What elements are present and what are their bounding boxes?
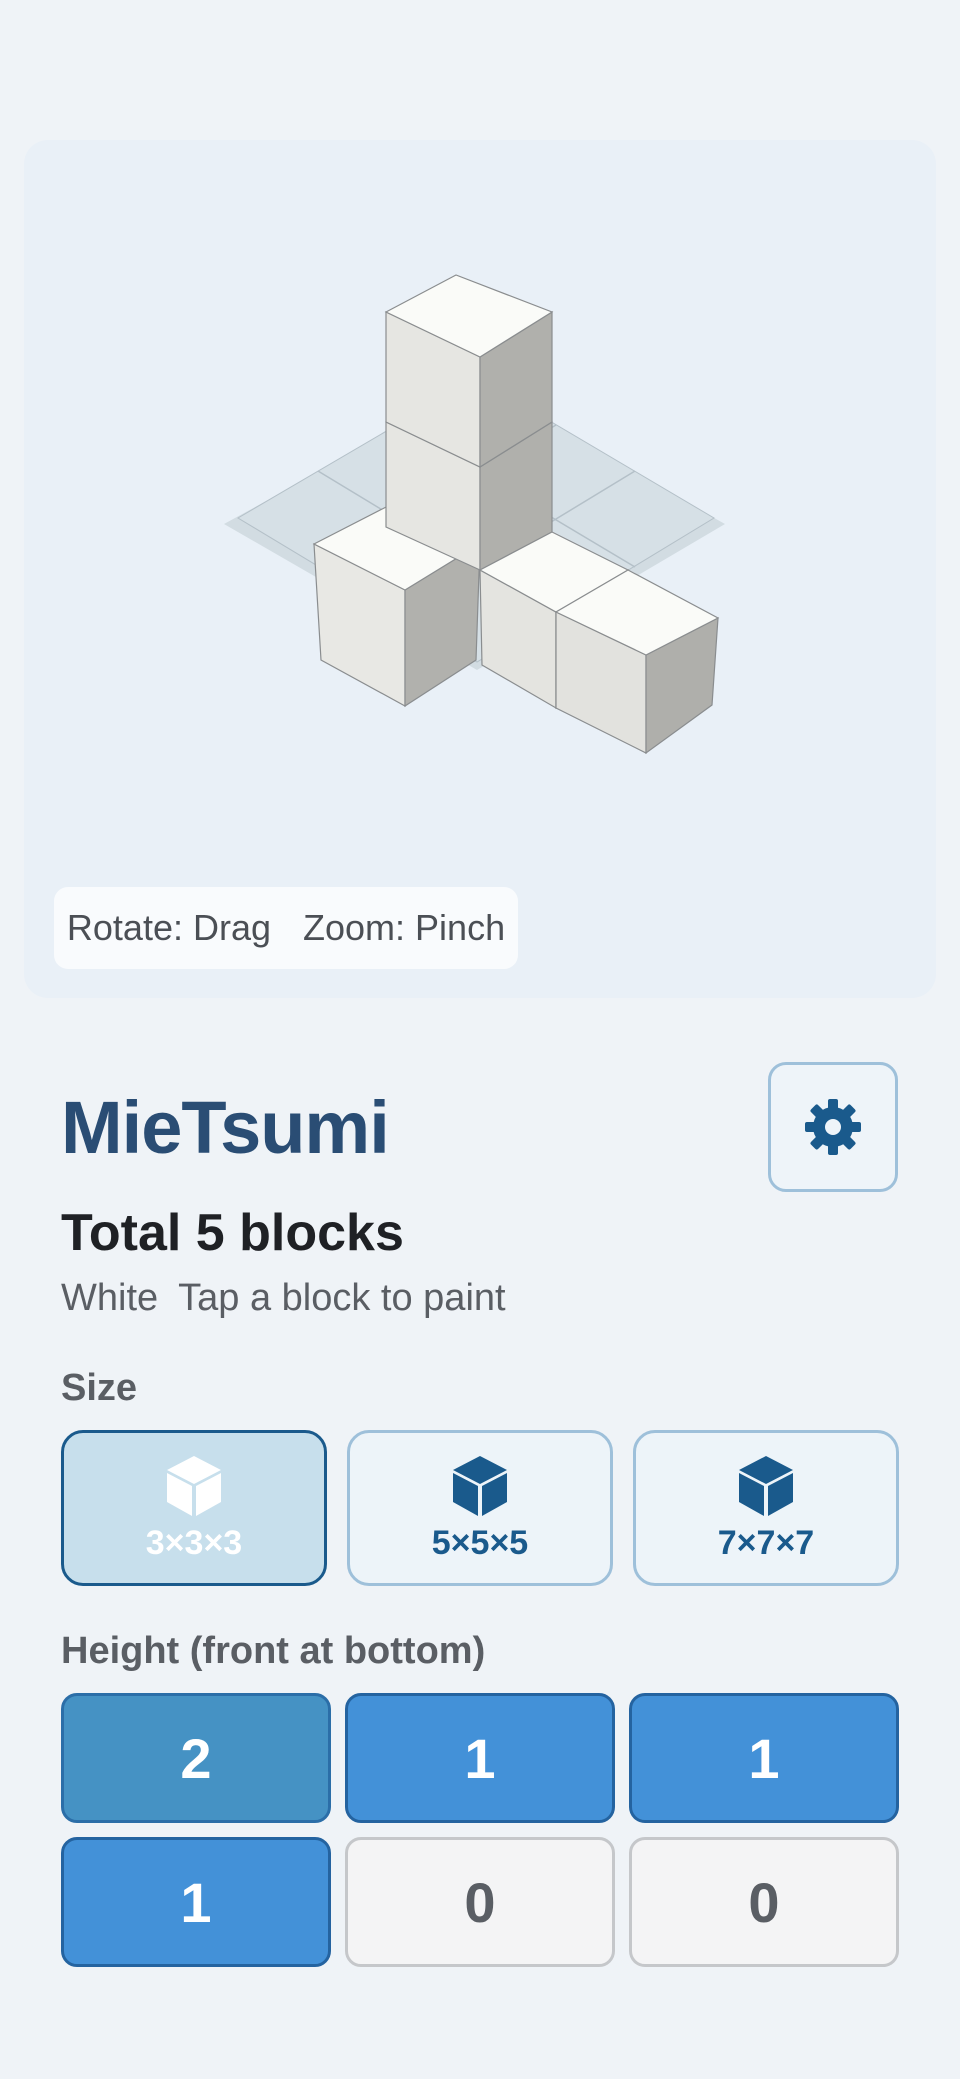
settings-button[interactable]: [768, 1062, 898, 1192]
height-cell[interactable]: 1: [345, 1693, 615, 1823]
height-label: Height (front at bottom): [61, 1630, 486, 1672]
size-option-label: 7×7×7: [717, 1523, 815, 1562]
height-cell[interactable]: 1: [629, 1693, 899, 1823]
rotate-hint: Rotate: Drag: [66, 907, 272, 948]
cube-icon: [167, 1455, 221, 1516]
height-cell[interactable]: 0: [345, 1837, 615, 1967]
size-selector: 3×3×3 5×5×5 7×7×7: [61, 1430, 899, 1586]
cube-icon: [453, 1455, 507, 1516]
cube-icon: [739, 1455, 793, 1516]
height-cell[interactable]: 2: [61, 1693, 331, 1823]
height-grid: 2 1 1 1 0 0: [61, 1693, 899, 1969]
height-cell[interactable]: 0: [629, 1837, 899, 1967]
3d-viewer[interactable]: Rotate: Drag Zoom: Pinch: [24, 140, 936, 998]
size-option-5[interactable]: 5×5×5: [347, 1430, 613, 1586]
paint-status: White Tap a block to paint: [61, 1277, 506, 1320]
zoom-hint: Zoom: Pinch: [303, 907, 506, 948]
block-scene[interactable]: [24, 140, 936, 998]
gear-icon: [805, 1099, 861, 1155]
size-option-7[interactable]: 7×7×7: [633, 1430, 899, 1586]
current-color-name: White: [61, 1277, 159, 1319]
gesture-hint: Rotate: Drag Zoom: Pinch: [54, 887, 518, 969]
size-option-label: 3×3×3: [145, 1523, 243, 1562]
size-option-3[interactable]: 3×3×3: [61, 1430, 327, 1586]
total-blocks: Total 5 blocks: [61, 1204, 404, 1262]
paint-instruction: Tap a block to paint: [178, 1277, 506, 1319]
size-option-label: 5×5×5: [431, 1523, 529, 1562]
size-label: Size: [61, 1367, 138, 1409]
app-title: MieTsumi: [61, 1086, 390, 1169]
height-cell[interactable]: 1: [61, 1837, 331, 1967]
block[interactable]: [554, 569, 720, 755]
